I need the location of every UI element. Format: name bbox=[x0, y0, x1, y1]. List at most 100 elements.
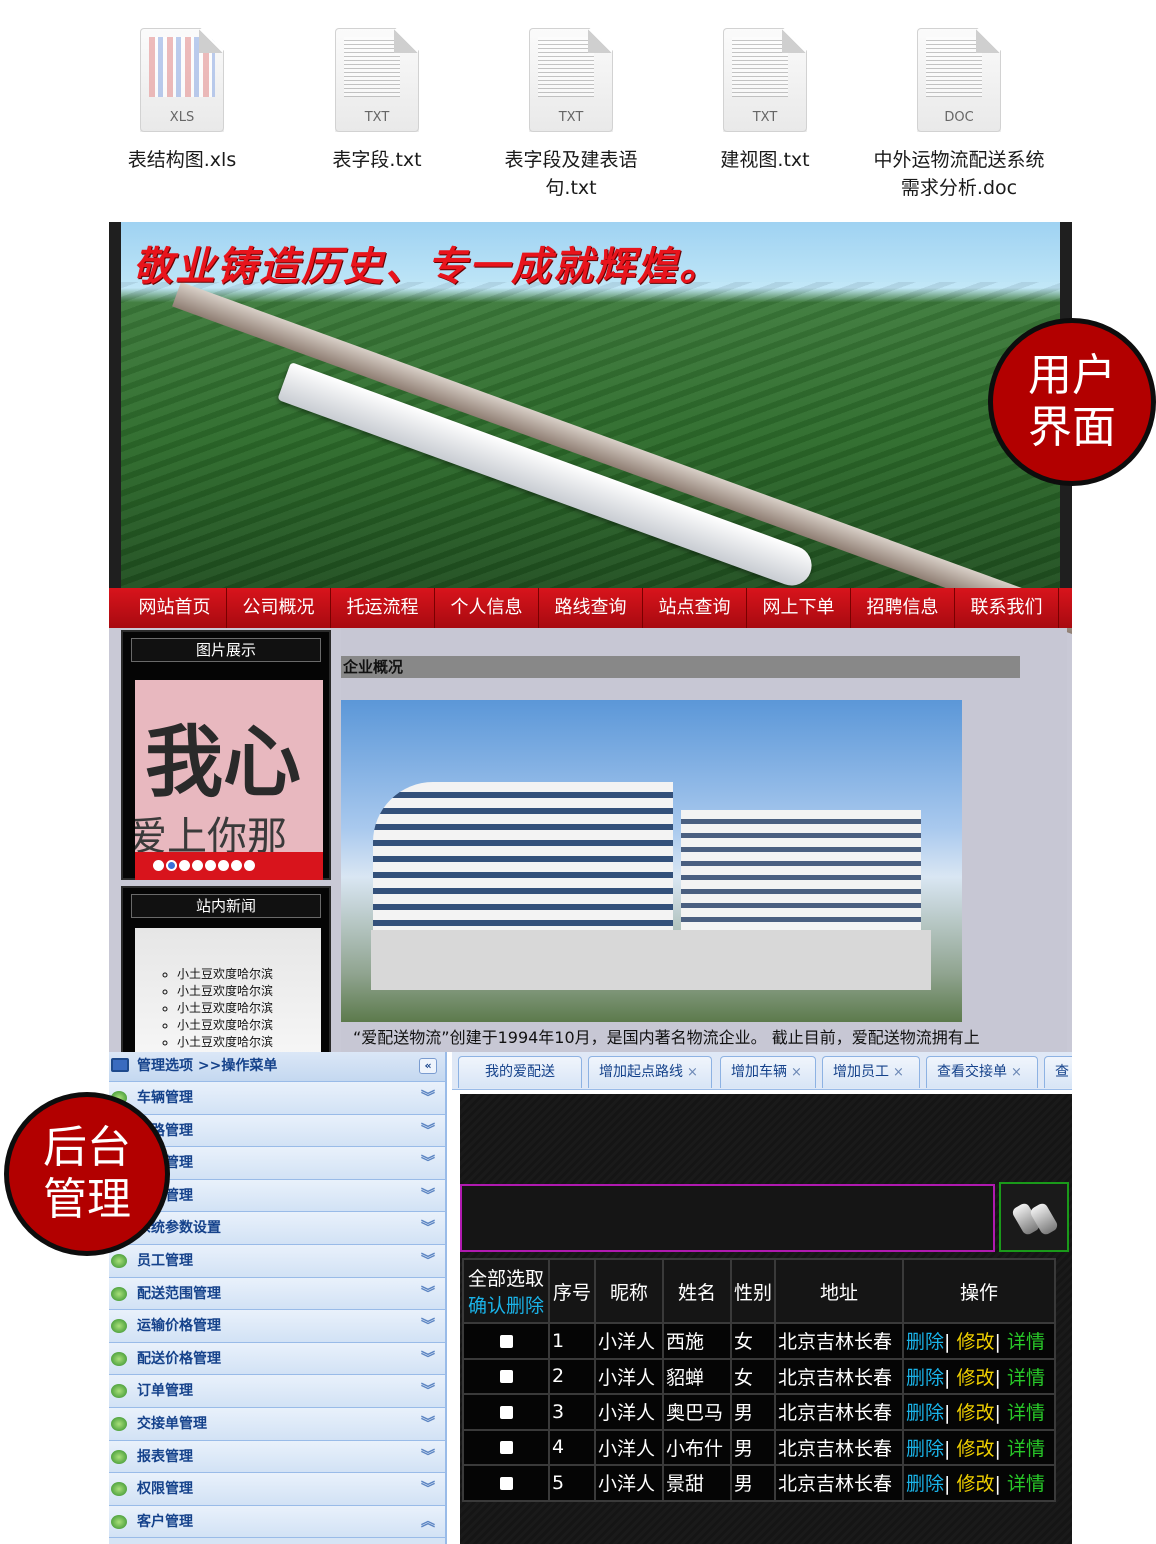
detail-link[interactable]: 详情 bbox=[1007, 1438, 1045, 1460]
file-item[interactable]: DOC 中外运物流配送系统需求分析.doc bbox=[869, 28, 1049, 202]
tab[interactable]: 增加车辆 × bbox=[720, 1056, 816, 1088]
nav-item[interactable]: 网上下单 bbox=[747, 588, 851, 628]
row-checkbox[interactable] bbox=[499, 1370, 513, 1384]
chevron-down-icon[interactable]: ︾ bbox=[421, 1310, 435, 1342]
file-icons-strip: XLS 表结构图.xls TXT 表字段.txt TXT 表字段及建表语句.tx… bbox=[0, 0, 1156, 220]
chevron-down-icon[interactable]: ︾ bbox=[421, 1473, 435, 1505]
delete-link[interactable]: 删除 bbox=[906, 1402, 944, 1424]
close-icon[interactable]: × bbox=[687, 1065, 698, 1080]
tab-label: 增加员工 bbox=[833, 1064, 889, 1080]
nav-item[interactable]: 个人信息 bbox=[435, 588, 539, 628]
menu-item[interactable]: 配送范围管理 ︾ bbox=[109, 1277, 445, 1311]
cell-nickname: 小洋人 bbox=[594, 1357, 664, 1395]
slide-dot[interactable] bbox=[179, 860, 190, 871]
nav-item[interactable]: 公司概况 bbox=[227, 588, 331, 628]
nav-item[interactable]: 网站首页 bbox=[123, 588, 227, 628]
tab[interactable]: 增加起点路线 × bbox=[588, 1056, 712, 1088]
menu-item[interactable]: 交接单管理 ︾ bbox=[109, 1407, 445, 1441]
delete-link[interactable]: 删除 bbox=[906, 1367, 944, 1389]
cell-gender: 男 bbox=[730, 1428, 776, 1466]
file-item[interactable]: TXT 建视图.txt bbox=[675, 28, 855, 174]
slideshow-image[interactable]: 我心 爱上你那 bbox=[135, 680, 323, 880]
edit-link[interactable]: 修改 bbox=[956, 1438, 994, 1460]
edit-link[interactable]: 修改 bbox=[956, 1367, 994, 1389]
chevron-down-icon[interactable]: ︾ bbox=[421, 1343, 435, 1375]
chevron-down-icon[interactable]: ︾ bbox=[421, 1408, 435, 1440]
row-checkbox[interactable] bbox=[499, 1476, 513, 1490]
news-box-title: 站内新闻 bbox=[131, 894, 321, 918]
news-item[interactable]: 小土豆欢度哈尔滨 bbox=[177, 1034, 321, 1051]
slideshow-dots[interactable] bbox=[153, 860, 255, 871]
tab[interactable]: 查 bbox=[1044, 1056, 1072, 1088]
chevron-down-icon[interactable]: ︾ bbox=[421, 1245, 435, 1277]
file-name: 表结构图.xls bbox=[127, 149, 237, 171]
nav-item[interactable]: 路线查询 bbox=[539, 588, 643, 628]
detail-link[interactable]: 详情 bbox=[1007, 1402, 1045, 1424]
select-all-link[interactable]: 全部选取 bbox=[464, 1264, 548, 1291]
tab[interactable]: 查看交接单 × bbox=[926, 1056, 1038, 1088]
edit-link[interactable]: 修改 bbox=[956, 1402, 994, 1424]
menu-item[interactable]: 车辆管理 ︾ bbox=[109, 1082, 445, 1115]
news-item[interactable]: 小土豆欢度哈尔滨 bbox=[177, 983, 321, 1000]
row-checkbox[interactable] bbox=[499, 1405, 513, 1419]
chevron-down-icon[interactable]: ︾ bbox=[421, 1278, 435, 1310]
delete-link[interactable]: 删除 bbox=[906, 1438, 944, 1460]
search-input[interactable] bbox=[460, 1184, 995, 1252]
menu-item[interactable]: 客户管理 ︽ bbox=[109, 1505, 445, 1539]
edit-link[interactable]: 修改 bbox=[956, 1331, 994, 1353]
file-item[interactable]: TXT 表字段及建表语句.txt bbox=[481, 28, 661, 202]
close-icon[interactable]: × bbox=[893, 1065, 904, 1080]
row-select-cell bbox=[462, 1464, 550, 1502]
menu-item[interactable]: 配送价格管理 ︾ bbox=[109, 1342, 445, 1376]
slide-dot[interactable] bbox=[153, 860, 164, 871]
news-item[interactable]: 小土豆欢度哈尔滨 bbox=[177, 966, 321, 983]
nav-item[interactable]: 招聘信息 bbox=[851, 588, 955, 628]
tab-label: 我的爱配送 bbox=[485, 1064, 555, 1080]
detail-link[interactable]: 详情 bbox=[1007, 1367, 1045, 1389]
file-item[interactable]: XLS 表结构图.xls bbox=[92, 28, 272, 174]
slide-dot[interactable] bbox=[244, 860, 255, 871]
tab[interactable]: 我的爱配送 bbox=[458, 1056, 582, 1088]
search-button[interactable] bbox=[999, 1182, 1069, 1252]
delete-link[interactable]: 删除 bbox=[906, 1473, 944, 1495]
confirm-delete-link[interactable]: 确认删除 bbox=[464, 1291, 548, 1318]
detail-link[interactable]: 详情 bbox=[1007, 1331, 1045, 1353]
banner-slogan: 敬业铸造历史、专一成就辉煌。 bbox=[133, 243, 721, 290]
chevron-down-icon[interactable]: ︾ bbox=[421, 1082, 435, 1114]
chevron-down-icon[interactable]: ︾ bbox=[421, 1180, 435, 1212]
news-item[interactable]: 小土豆欢度哈尔滨 bbox=[177, 1017, 321, 1034]
nav-item[interactable]: 托运流程 bbox=[331, 588, 435, 628]
chevron-down-icon[interactable]: ︾ bbox=[421, 1212, 435, 1244]
menu-item[interactable]: 系统参数设置 ︾ bbox=[109, 1212, 445, 1245]
menu-item[interactable]: 订单管理 ︾ bbox=[109, 1375, 445, 1408]
menu-item[interactable]: 报表管理 ︾ bbox=[109, 1440, 445, 1474]
row-checkbox[interactable] bbox=[499, 1334, 513, 1348]
nav-item[interactable]: 联系我们 bbox=[955, 588, 1059, 628]
menu-item[interactable]: 权限管理 ︾ bbox=[109, 1473, 445, 1506]
chevron-down-icon[interactable]: ︾ bbox=[421, 1115, 435, 1147]
chevron-up-icon[interactable]: ︽ bbox=[421, 1506, 435, 1538]
detail-link[interactable]: 详情 bbox=[1007, 1473, 1045, 1495]
news-item[interactable]: 小土豆欢度哈尔滨 bbox=[177, 1000, 321, 1017]
chevron-down-icon[interactable]: ︾ bbox=[421, 1441, 435, 1473]
slide-dot[interactable] bbox=[231, 860, 242, 871]
close-icon[interactable]: × bbox=[1011, 1065, 1022, 1080]
close-icon[interactable]: × bbox=[791, 1065, 802, 1080]
slide-dot[interactable] bbox=[218, 860, 229, 871]
menu-item[interactable]: 员工管理 ︾ bbox=[109, 1244, 445, 1278]
collapse-icon[interactable]: « bbox=[419, 1058, 437, 1074]
file-name: 表字段.txt bbox=[332, 149, 422, 171]
row-checkbox[interactable] bbox=[499, 1441, 513, 1455]
slide-dot[interactable] bbox=[205, 860, 216, 871]
chevron-down-icon[interactable]: ︾ bbox=[421, 1375, 435, 1407]
delete-link[interactable]: 删除 bbox=[906, 1331, 944, 1353]
chevron-down-icon[interactable]: ︾ bbox=[421, 1147, 435, 1179]
tab[interactable]: 增加员工 × bbox=[822, 1056, 920, 1088]
news-box: 站内新闻 小土豆欢度哈尔滨小土豆欢度哈尔滨小土豆欢度哈尔滨小土豆欢度哈尔滨小土豆… bbox=[121, 886, 331, 1052]
menu-item[interactable]: 运输价格管理 ︾ bbox=[109, 1310, 445, 1343]
slide-dot[interactable] bbox=[192, 860, 203, 871]
edit-link[interactable]: 修改 bbox=[956, 1473, 994, 1495]
file-item[interactable]: TXT 表字段.txt bbox=[287, 28, 467, 174]
slide-dot[interactable] bbox=[166, 860, 177, 871]
nav-item[interactable]: 站点查询 bbox=[643, 588, 747, 628]
